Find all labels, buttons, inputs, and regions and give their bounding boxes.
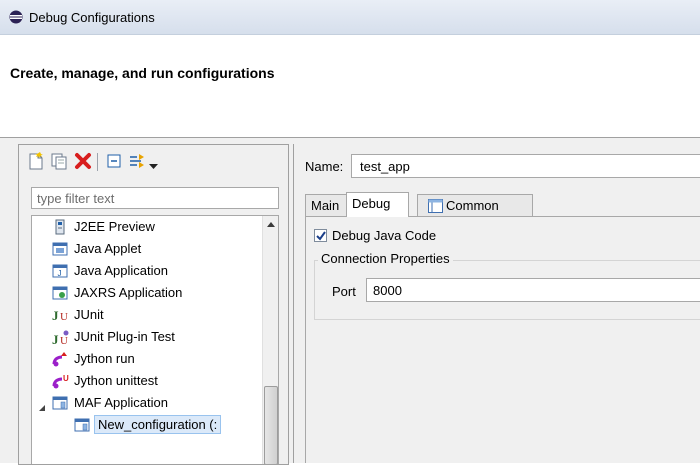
tree-scrollbar[interactable] xyxy=(262,216,278,464)
collapse-all-icon[interactable] xyxy=(105,151,123,174)
debug-java-code-label: Debug Java Code xyxy=(332,228,437,243)
svg-text:J: J xyxy=(58,269,62,278)
tree-item-label: J2EE Preview xyxy=(74,219,155,234)
name-label: Name: xyxy=(305,159,344,174)
tree-item-label: JAXRS Application xyxy=(74,285,183,300)
tree-item-maf-application[interactable]: MAF Application xyxy=(32,392,262,414)
delete-configuration-icon[interactable] xyxy=(73,151,93,174)
tree-item-label: New_configuration (: xyxy=(94,415,222,434)
jaxrs-application-icon xyxy=(52,285,68,304)
tree-item-jython-run[interactable]: Jython run xyxy=(32,348,262,370)
tree-item-java-application[interactable]: J Java Application xyxy=(32,260,262,282)
tab-label: Debug xyxy=(352,196,391,211)
tab-label: Common xyxy=(446,198,499,213)
svg-text:U: U xyxy=(60,311,68,323)
tree-item-label: JUnit Plug-in Test xyxy=(74,329,175,344)
junit-plugin-test-icon: JU xyxy=(52,329,72,350)
configurations-tree: J2EE Preview Java Applet J Java Applicat… xyxy=(31,215,279,464)
svg-text:J: J xyxy=(52,332,59,347)
tree-item-label: Jython unittest xyxy=(74,373,158,388)
connection-properties-label: Connection Properties xyxy=(318,251,453,266)
tree-item-jython-unittest[interactable]: U Jython unittest xyxy=(32,370,262,392)
java-application-icon: J xyxy=(52,263,68,282)
tree-item-junit[interactable]: JU JUnit xyxy=(32,304,262,326)
checkmark-icon xyxy=(316,231,326,241)
dialog-body: J2EE Preview Java Applet J Java Applicat… xyxy=(0,138,700,465)
tab-debug[interactable]: Debug xyxy=(346,192,409,217)
tree-item-label: JUnit xyxy=(74,307,104,322)
svg-text:U: U xyxy=(63,374,69,383)
jython-unittest-icon: U xyxy=(52,373,70,392)
java-applet-icon xyxy=(52,241,68,260)
tab-label: Main xyxy=(311,198,340,213)
toolbar-separator xyxy=(97,153,98,171)
dialog-heading: Create, manage, and run configurations xyxy=(10,65,275,81)
tab-common[interactable]: Common xyxy=(417,194,533,216)
debug-java-code-checkbox[interactable] xyxy=(314,229,327,242)
tree-item-label: Java Applet xyxy=(74,241,142,256)
jython-run-icon xyxy=(52,351,70,370)
scroll-up-icon[interactable] xyxy=(267,222,275,227)
port-input[interactable] xyxy=(366,278,700,302)
duplicate-configuration-icon[interactable] xyxy=(50,151,68,174)
tab-main[interactable]: Main xyxy=(305,194,347,216)
port-label: Port xyxy=(332,284,356,299)
maf-application-icon xyxy=(52,395,68,414)
view-menu-chevron-down-icon[interactable] xyxy=(149,158,158,173)
tree-item-label: Java Application xyxy=(74,263,168,278)
dialog-header: Create, manage, and run configurations xyxy=(0,35,700,138)
title-bar: Debug Configurations xyxy=(0,0,700,35)
expanded-triangle-icon[interactable] xyxy=(38,400,46,415)
window-title: Debug Configurations xyxy=(29,10,155,25)
tree-item-junit-plugin-test[interactable]: JU JUnit Plug-in Test xyxy=(32,326,262,348)
junit-icon: JU xyxy=(52,307,72,326)
tree-item-java-applet[interactable]: Java Applet xyxy=(32,238,262,260)
filter-configurations-icon[interactable] xyxy=(128,151,148,174)
configurations-pane: J2EE Preview Java Applet J Java Applicat… xyxy=(18,144,289,465)
svg-text:U: U xyxy=(60,335,68,347)
scrollbar-thumb[interactable] xyxy=(264,386,278,464)
common-tab-icon xyxy=(428,199,443,216)
tree-item-label: MAF Application xyxy=(74,395,168,410)
name-input[interactable] xyxy=(351,154,700,178)
filter-input[interactable] xyxy=(31,187,279,209)
configuration-editor: Name: Main Debug Common Debug Java Code … xyxy=(293,144,700,463)
j2ee-preview-icon xyxy=(54,219,66,238)
eclipse-icon xyxy=(9,10,23,27)
maf-configuration-icon xyxy=(74,417,90,436)
tree-item-label: Jython run xyxy=(74,351,135,366)
tree-item-jaxrs-application[interactable]: JAXRS Application xyxy=(32,282,262,304)
debug-tab-panel: Debug Java Code Connection Properties Po… xyxy=(305,216,700,463)
new-configuration-icon[interactable] xyxy=(27,151,45,174)
svg-text:J: J xyxy=(52,308,59,323)
tree-item-new-configuration[interactable]: New_configuration (: xyxy=(32,414,262,436)
tree-item-j2ee-preview[interactable]: J2EE Preview xyxy=(32,216,262,238)
configuration-tabs: Main Debug Common xyxy=(305,192,700,217)
